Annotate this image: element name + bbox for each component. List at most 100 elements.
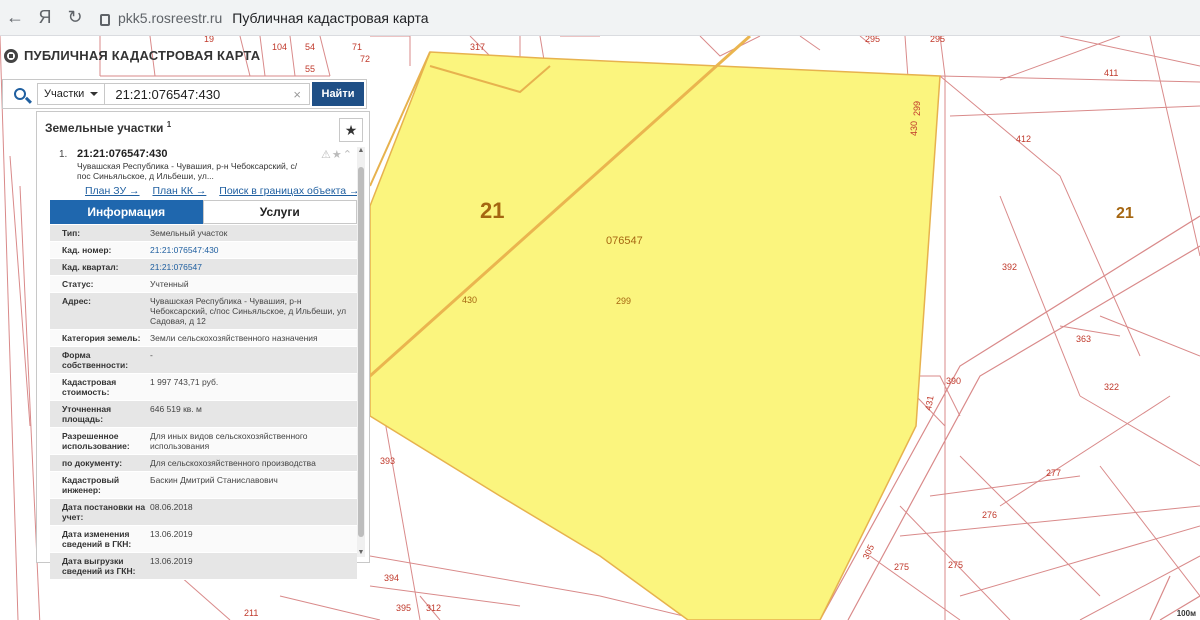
parcel-label: 393: [380, 456, 395, 466]
info-row: Статус: Учтенный: [50, 276, 357, 293]
scroll-down-icon[interactable]: ▼: [357, 549, 365, 557]
tab-information[interactable]: Информация: [50, 200, 203, 224]
tab-services[interactable]: Услуги: [202, 200, 357, 224]
parcel-label: 430: [909, 121, 919, 136]
app-logo[interactable]: ПУБЛИЧНАЯ КАДАСТРОВАЯ КАРТА: [4, 48, 260, 63]
panel-scrollbar[interactable]: ▲ ▼: [357, 147, 365, 557]
search-within-link[interactable]: Поиск в границах объекта →: [219, 185, 359, 197]
info-label: Форма собственности:: [62, 350, 129, 370]
chevron-down-icon: [90, 92, 99, 96]
search-bar: Участки 21:21:076547:430 × Найти: [2, 79, 367, 109]
info-row: по документу: Для сельскохозяйственного п…: [50, 455, 357, 472]
info-row: Дата изменения сведений в ГКН: 13.06.2019: [50, 526, 357, 553]
panel-heading-text: Земельные участки: [45, 121, 164, 135]
result-cad-number[interactable]: 21:21:076547:430: [77, 148, 168, 160]
info-value[interactable]: 21:21:076547:430: [150, 245, 357, 255]
result-count: 1: [166, 120, 172, 129]
scroll-up-icon[interactable]: ▲: [357, 147, 365, 155]
parcel-label: 299: [616, 296, 631, 306]
parcel-label: 72: [360, 54, 370, 64]
info-row: Кад. номер: 21:21:076547:430: [50, 242, 357, 259]
result-index: 1.: [59, 149, 68, 160]
info-label: Категория земель:: [62, 333, 141, 343]
info-label: Кад. квартал:: [62, 262, 119, 272]
parcel-label: 392: [1002, 262, 1017, 272]
parcel-label: 277: [1046, 468, 1061, 478]
lock-icon: [100, 13, 110, 26]
parcel-label: 312: [426, 603, 441, 613]
search-input[interactable]: 21:21:076547:430 ×: [105, 83, 310, 105]
search-icon-button[interactable]: [3, 80, 37, 108]
result-action-icons[interactable]: ⚠★⌃: [321, 148, 353, 161]
info-row: Уточненная площадь: 646 519 кв. м: [50, 401, 357, 428]
star-icon: ★: [344, 121, 358, 138]
info-label: Кадастровый инженер:: [62, 475, 120, 495]
clear-icon[interactable]: ×: [293, 87, 301, 102]
object-type-select[interactable]: Участки: [37, 83, 106, 105]
info-label: Дата постановки на учет:: [62, 502, 146, 522]
parcel-label: 394: [384, 573, 399, 583]
info-value: 13.06.2019: [150, 529, 193, 539]
reload-icon[interactable]: ↻: [60, 3, 90, 33]
app-title: ПУБЛИЧНАЯ КАДАСТРОВАЯ КАРТА: [24, 48, 261, 63]
info-label: Уточненная площадь:: [62, 404, 112, 424]
scroll-thumb[interactable]: [358, 167, 364, 537]
info-value[interactable]: 21:21:076547: [150, 262, 357, 272]
info-value: Баскин Дмитрий Станиславович: [150, 475, 278, 485]
info-label: Разрешенное использование:: [62, 431, 130, 451]
info-value: 646 519 кв. м: [150, 404, 202, 414]
info-row: Разрешенное использование: Для иных видов…: [50, 428, 357, 455]
parcel-label: 317: [470, 42, 485, 52]
info-label: Дата изменения сведений в ГКН:: [62, 529, 132, 549]
parcel-label: 54: [305, 42, 315, 52]
yandex-icon[interactable]: Я: [30, 3, 60, 33]
info-label: Тип:: [62, 228, 81, 238]
info-value: 13.06.2019: [150, 556, 193, 566]
parcel-label: 363: [1076, 334, 1091, 344]
info-value: Земельный участок: [150, 228, 228, 238]
panel-heading: Земельные участки 1: [45, 120, 171, 135]
info-value: 08.06.2018: [150, 502, 193, 512]
search-query-text: 21:21:076547:430: [115, 86, 221, 102]
parcel-label: 19: [204, 36, 214, 44]
info-table: Тип: Земельный участок Кад. номер: 21:21:07…: [50, 225, 357, 580]
favorites-button[interactable]: ★: [339, 118, 363, 142]
district-label: 21: [480, 198, 504, 223]
back-icon[interactable]: ←: [0, 3, 30, 33]
parcel-label: 71: [352, 42, 362, 52]
info-row: Дата постановки на учет: 08.06.2018: [50, 499, 357, 526]
info-row: Тип: Земельный участок: [50, 225, 357, 242]
object-type-label: Участки: [44, 88, 85, 100]
parcel-label: 295: [865, 36, 880, 44]
results-panel: Земельные участки 1 ★ 1. 21:21:076547:43…: [36, 111, 370, 580]
scale-bar: 100м: [1176, 609, 1196, 618]
plan-kk-link[interactable]: План КК →: [152, 185, 206, 197]
info-label: Статус:: [62, 279, 94, 289]
info-row: Адрес: Чувашская Республика - Чувашия, р-…: [50, 293, 357, 330]
parcel-label: 299: [912, 101, 922, 116]
page-title: Публичная кадастровая карта: [232, 9, 429, 26]
parcel-label: 275: [948, 560, 963, 570]
info-row: Дата выгрузки сведений из ГКН: 13.06.2019: [50, 553, 357, 580]
parcel-label: 430: [462, 295, 477, 305]
info-value: 1 997 743,71 руб.: [150, 377, 219, 387]
parcel-label: 275: [894, 562, 909, 572]
plan-zu-link[interactable]: План ЗУ →: [85, 185, 140, 197]
parcel-label: 104: [272, 42, 287, 52]
parcel-label: 390: [946, 376, 961, 386]
parcel-label: 395: [396, 603, 411, 613]
parcel-label: 276: [982, 510, 997, 520]
info-label: Дата выгрузки сведений из ГКН:: [62, 556, 136, 576]
parcel-label: 211: [244, 608, 258, 618]
info-value: Учтенный: [150, 279, 189, 289]
info-row: Категория земель: Земли сельскохозяйствен…: [50, 330, 357, 347]
find-button[interactable]: Найти: [312, 82, 364, 106]
parcel-label: 55: [305, 64, 315, 74]
parcel-label: 295: [930, 36, 945, 44]
rosreestr-logo-icon: [4, 48, 18, 63]
parcel-label: 322: [1104, 382, 1119, 392]
parcel-label: 411: [1104, 68, 1118, 78]
info-label: Кад. номер:: [62, 245, 112, 255]
address-bar[interactable]: pkk5.rosreestr.ru Публичная кадастровая …: [100, 10, 429, 26]
info-row: Форма собственности: -: [50, 347, 357, 374]
